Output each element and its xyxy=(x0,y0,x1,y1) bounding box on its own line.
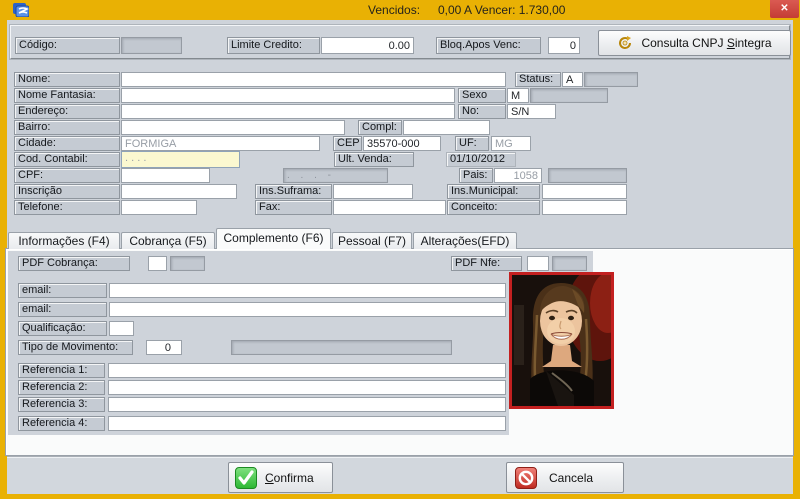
cidade-label: Cidade: xyxy=(14,136,120,151)
email2-label: email: xyxy=(18,302,107,317)
referencia2-input[interactable] xyxy=(108,380,506,395)
close-button[interactable]: ✕ xyxy=(770,0,799,18)
complemento-input[interactable] xyxy=(403,120,490,135)
referencia4-label: Referencia 4: xyxy=(18,416,105,431)
tab-informacoes[interactable]: Informações (F4) xyxy=(8,232,120,249)
sync-icon xyxy=(617,35,633,51)
titlebar-values: 0,00 A Vencer: 1.730,00 xyxy=(438,3,565,17)
inscricao-label: Inscrição xyxy=(14,184,120,199)
ult-venda-value: 01/10/2012 xyxy=(446,152,516,167)
referencia3-label: Referencia 3: xyxy=(18,397,105,412)
cpf-mask-field: . . . - xyxy=(283,168,388,183)
cep-input[interactable] xyxy=(363,136,441,151)
conceito-label: Conceito: xyxy=(447,200,540,215)
sexo-label: Sexo xyxy=(458,88,506,103)
sexo-desc-field xyxy=(530,88,608,103)
cancel-icon xyxy=(515,467,537,489)
cod-contabil-label: Cod. Contabil: xyxy=(14,152,120,167)
ins-municipal-input[interactable] xyxy=(542,184,627,199)
tab-pessoal[interactable]: Pessoal (F7) xyxy=(332,232,412,249)
pais-desc-field xyxy=(548,168,627,183)
referencia1-input[interactable] xyxy=(108,363,506,378)
codigo-label: Código: xyxy=(15,37,120,54)
ins-municipal-label: Ins.Municipal: xyxy=(447,184,540,199)
pdf-cobranca-flag-input[interactable] xyxy=(148,256,167,271)
referencia2-label: Referencia 2: xyxy=(18,380,105,395)
app-window: Vencidos: 0,00 A Vencer: 1.730,00 ✕ Códi… xyxy=(0,0,800,499)
conceito-input[interactable] xyxy=(542,200,627,215)
status-input[interactable] xyxy=(562,72,583,87)
bairro-input[interactable] xyxy=(121,120,345,135)
tab-complemento[interactable]: Complemento (F6) xyxy=(216,228,331,249)
pdf-cobranca-desc-field xyxy=(170,256,205,271)
tipo-movimento-input[interactable] xyxy=(146,340,182,355)
fax-input[interactable] xyxy=(333,200,446,215)
pais-label: Pais: xyxy=(459,168,493,183)
status-desc-field xyxy=(584,72,638,87)
status-label: Status: xyxy=(515,72,561,87)
cpf-input[interactable] xyxy=(121,168,210,183)
telefone-input[interactable] xyxy=(121,200,197,215)
customer-photo xyxy=(509,272,614,409)
confirma-button[interactable]: Confirma xyxy=(228,462,333,493)
bloq-apos-venc-label: Bloq.Apos Venc: xyxy=(436,37,541,54)
pdf-nfe-desc-field xyxy=(552,256,587,271)
cep-label: CEP xyxy=(333,136,362,151)
limite-credito-label: Limite Credito: xyxy=(227,37,320,54)
nome-label: Nome: xyxy=(14,72,120,87)
cpf-label: CPF: xyxy=(14,168,120,183)
titlebar: Vencidos: 0,00 A Vencer: 1.730,00 ✕ xyxy=(0,0,800,20)
numero-input[interactable] xyxy=(507,104,556,119)
email1-label: email: xyxy=(18,283,107,298)
tab-alteracoes-efd[interactable]: Alterações(EFD) xyxy=(413,232,517,249)
bairro-label: Bairro: xyxy=(14,120,120,135)
nome-input[interactable] xyxy=(121,72,506,87)
pdf-cobranca-label: PDF Cobrança: xyxy=(18,256,130,271)
complemento-label: Compl: xyxy=(358,120,402,135)
tipo-movimento-label: Tipo de Movimento: xyxy=(18,340,133,355)
pdf-nfe-label: PDF Nfe: xyxy=(451,256,522,271)
bloq-apos-venc-input[interactable] xyxy=(548,37,580,54)
codigo-field xyxy=(121,37,182,54)
confirma-button-label: Confirma xyxy=(265,471,314,485)
button-bar xyxy=(7,457,793,494)
referencia3-input[interactable] xyxy=(108,397,506,412)
close-icon: ✕ xyxy=(780,3,788,14)
uf-input[interactable] xyxy=(491,136,531,151)
ins-suframa-input[interactable] xyxy=(333,184,413,199)
inscricao-input[interactable] xyxy=(121,184,237,199)
telefone-label: Telefone: xyxy=(14,200,120,215)
cidade-input[interactable] xyxy=(121,136,320,151)
referencia4-input[interactable] xyxy=(108,416,506,431)
uf-label: UF: xyxy=(455,136,489,151)
ult-venda-label: Ult. Venda: xyxy=(334,152,414,167)
fax-label: Fax: xyxy=(255,200,332,215)
qualificacao-label: Qualificação: xyxy=(18,321,107,336)
nome-fantasia-input[interactable] xyxy=(121,88,455,103)
qualificacao-input[interactable] xyxy=(109,321,134,336)
tab-cobranca[interactable]: Cobrança (F5) xyxy=(121,232,215,249)
consulta-button-label: Consulta CNPJ Sintegra xyxy=(641,36,771,50)
titlebar-vencidos-label: Vencidos: xyxy=(368,3,420,17)
cancela-button[interactable]: Cancela xyxy=(506,462,624,493)
numero-label: No: xyxy=(458,104,506,119)
pdf-nfe-flag-input[interactable] xyxy=(527,256,549,271)
endereco-label: Endereço: xyxy=(14,104,120,119)
endereco-input[interactable] xyxy=(121,104,455,119)
consulta-cnpj-sintegra-button[interactable]: Consulta CNPJ Sintegra xyxy=(598,30,791,56)
nome-fantasia-label: Nome Fantasia: xyxy=(14,88,120,103)
cancela-button-label: Cancela xyxy=(549,471,593,485)
limite-credito-input[interactable] xyxy=(321,37,414,54)
sexo-input[interactable] xyxy=(507,88,529,103)
email2-input[interactable] xyxy=(109,302,506,317)
cod-contabil-input[interactable]: . . . . xyxy=(121,151,240,168)
referencia1-label: Referencia 1: xyxy=(18,363,105,378)
email1-input[interactable] xyxy=(109,283,506,298)
tipo-movimento-desc-field xyxy=(231,340,452,355)
ins-suframa-label: Ins.Suframa: xyxy=(255,184,332,199)
pais-input[interactable] xyxy=(494,168,542,183)
confirm-check-icon xyxy=(235,467,257,489)
